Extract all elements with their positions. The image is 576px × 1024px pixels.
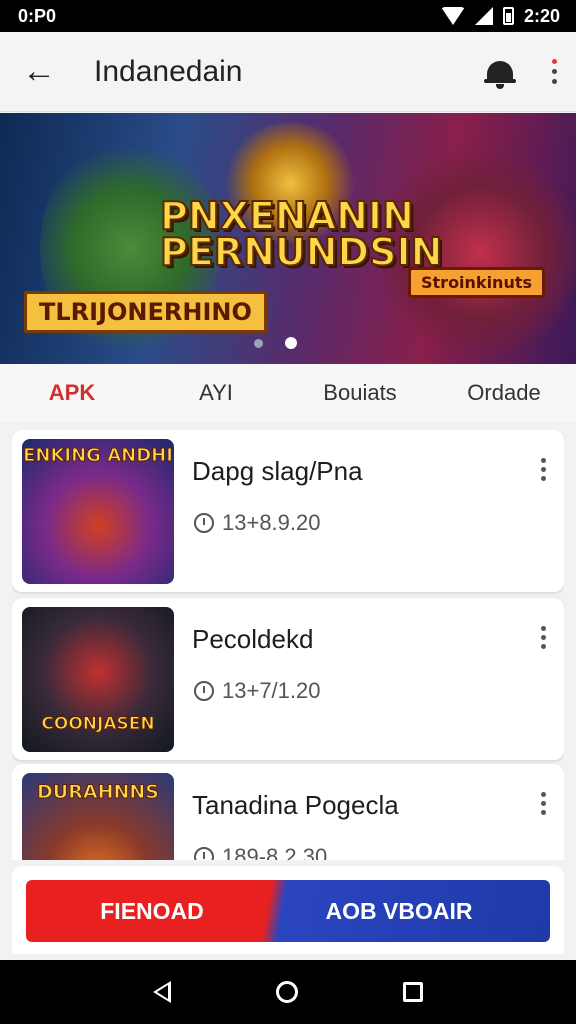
app-meta: 189-8.2.30 [194,844,327,860]
promo-banner[interactable]: PNXENANIN PERNUNDSIN TLRIJONERHINO Stroi… [0,113,576,364]
clock-icon [194,513,214,533]
more-options-button[interactable] [532,32,576,112]
list-item[interactable]: DURAHNNS Tanadina Pogecla 189-8.2.30 [12,764,564,860]
app-thumbnail: ENKING ANDHI [22,439,174,584]
app-version: 189-8.2.30 [222,844,328,860]
status-left-text: 0:P0 [18,5,57,26]
banner-tag-left: TLRIJONERHINO [24,291,267,333]
app-version: 13+7/1.20 [222,678,321,703]
thumbnail-text: ENKING ANDHI [23,445,174,466]
arrow-left-icon: ← [22,52,56,90]
banner-title: PNXENANIN PERNUNDSIN [159,194,443,274]
app-name: Dapg slag/Pna [192,456,363,486]
status-bar: 0:P0 2:20 [0,0,576,32]
battery-icon [502,7,514,25]
thumbnail-text: DURAHNNS [37,781,160,804]
download-button[interactable]: FIENOAD AOB VBOAIR [26,880,550,942]
list-item[interactable]: ENKING ANDHI Dapg slag/Pna 13+8.9.20 [12,430,564,592]
app-list: ENKING ANDHI Dapg slag/Pna 13+8.9.20 COO… [12,430,564,860]
nav-recents-icon[interactable] [403,982,424,1002]
tab-apk[interactable]: APK [0,380,144,406]
notifications-button[interactable] [468,32,532,112]
back-button[interactable]: ← [0,32,78,112]
tab-bouiats[interactable]: Bouiats [288,380,432,406]
clock-icon [194,681,214,701]
tab-ayi[interactable]: AYI [144,380,288,406]
item-more-button[interactable] [541,626,546,649]
download-panel: FIENOAD AOB VBOAIR [12,866,564,954]
clock-icon [194,847,214,860]
app-version: 13+8.9.20 [222,510,321,535]
system-nav-bar [0,960,576,1024]
app-meta: 13+7/1.20 [194,678,320,704]
item-more-button[interactable] [541,458,546,481]
app-meta: 13+8.9.20 [194,510,320,536]
banner-tag-right: Stroinkinuts [408,267,546,298]
thumbnail-text: COONJASEN [41,714,155,735]
list-item[interactable]: COONJASEN Pecoldekd 13+7/1.20 [12,598,564,760]
bell-icon [484,60,516,89]
nav-back-icon[interactable] [152,981,171,1003]
app-thumbnail: COONJASEN [22,607,174,752]
carousel-dot[interactable] [254,338,263,348]
item-more-button[interactable] [541,792,546,815]
download-version-label: AOB VBOAIR [325,897,473,924]
status-icons: 2:20 [440,5,560,27]
nav-home-icon[interactable] [275,981,298,1003]
app-bar: ← Indanedain [0,32,576,112]
category-tabs: APK AYI Bouiats Ordade [0,364,576,422]
carousel-indicator[interactable] [254,337,297,349]
app-thumbnail: DURAHNNS [22,773,174,860]
carousel-dot-active[interactable] [285,337,297,349]
app-name: Pecoldekd [192,624,314,654]
page-title: Indanedain [94,54,243,88]
wifi-icon [440,7,465,25]
status-time: 2:20 [523,5,560,26]
download-label: FIENOAD [100,897,204,924]
tab-ordade[interactable]: Ordade [432,380,576,406]
app-name: Tanadina Pogecla [192,790,399,820]
signal-icon [474,7,493,25]
